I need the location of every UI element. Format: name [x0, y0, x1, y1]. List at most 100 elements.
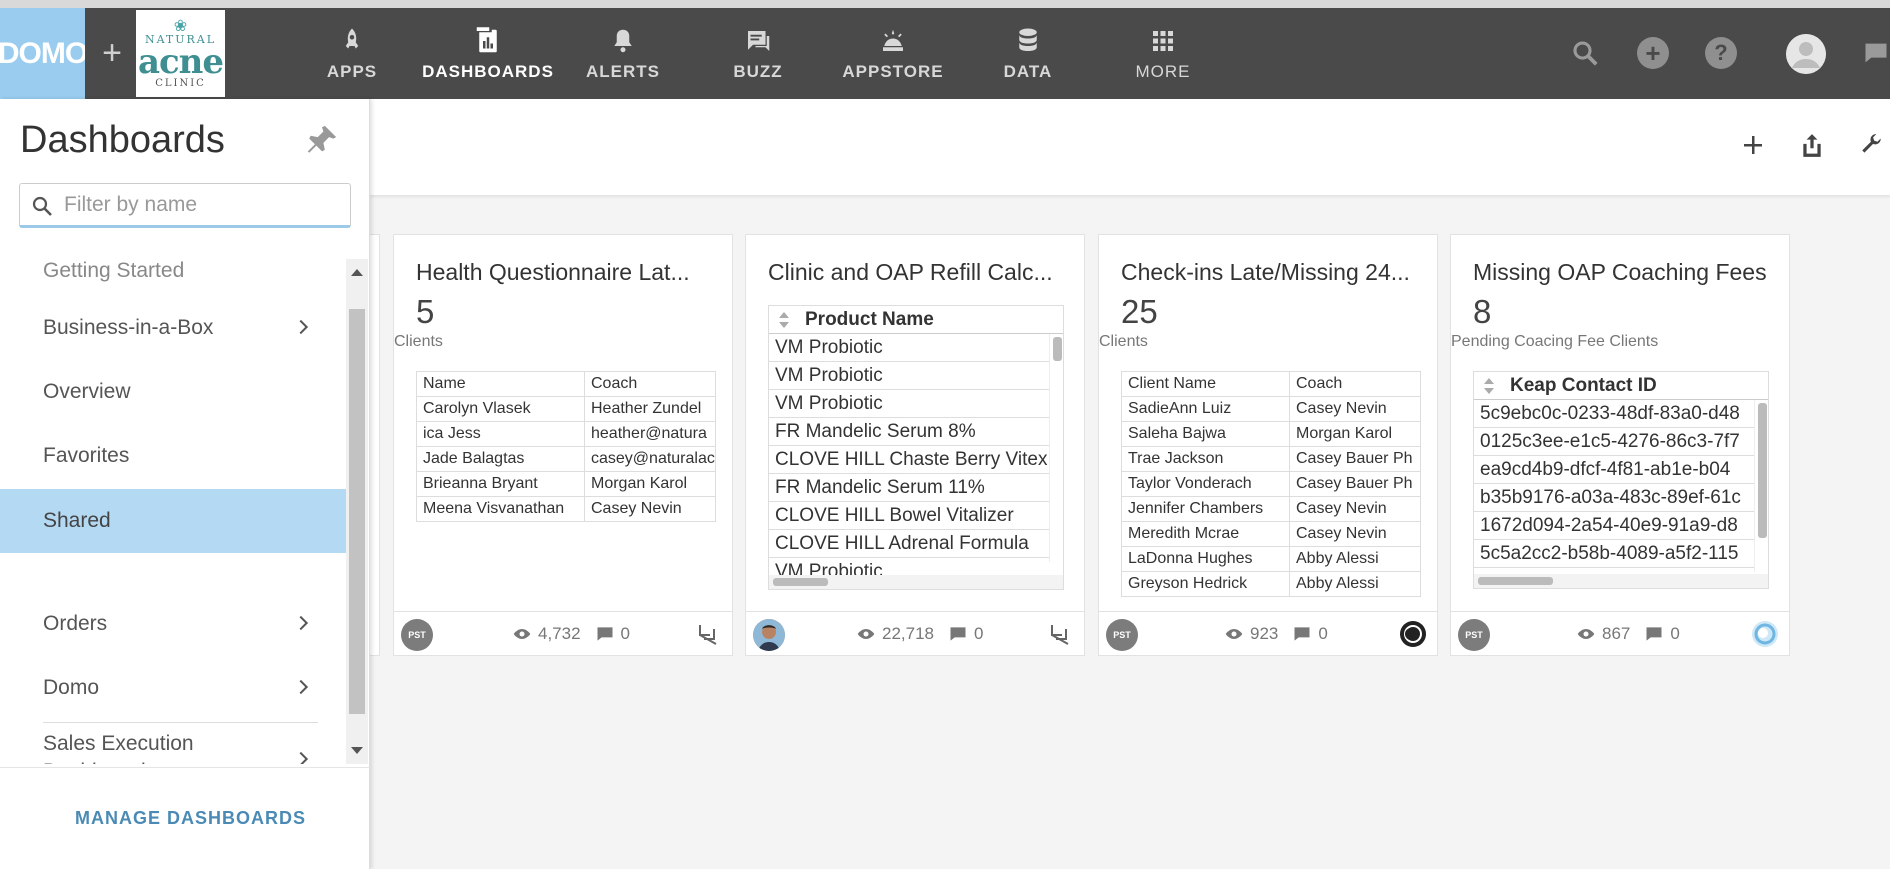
card-checkins-late[interactable]: Check-ins Late/Missing 24... 25 Clients …	[1098, 234, 1438, 656]
list-item: ea9cd4b9-dfcf-4f81-ab1e-b04	[1474, 456, 1754, 484]
nav-data[interactable]: DATA	[963, 8, 1093, 99]
app-logo-icon[interactable]	[1751, 620, 1779, 648]
table-row: Jennifer Chambers Casey Nevin	[1121, 496, 1421, 522]
list-item: 0125c3ee-e1c5-4276-86c3-7f7	[1474, 428, 1754, 456]
card-clinic-refill[interactable]: Clinic and OAP Refill Calc... Product Na…	[745, 234, 1085, 656]
product-grid[interactable]: Product Name VM Probiotic VM Probiotic V…	[768, 305, 1064, 590]
nav-apps[interactable]: APPS	[287, 8, 417, 99]
column-header[interactable]: Keap Contact ID	[1474, 372, 1768, 400]
card-health-questionnaire[interactable]: Health Questionnaire Lat... 5 Clients Na…	[393, 234, 733, 656]
plus-icon	[1744, 136, 1762, 154]
share-button[interactable]	[1794, 127, 1830, 163]
card-footer: PST 4,732 0	[394, 611, 732, 656]
domo-logo-text: DOMO	[0, 36, 85, 70]
nav-alerts-label: ALERTS	[586, 61, 660, 81]
manage-dashboards-link[interactable]: MANAGE DASHBOARDS	[75, 808, 306, 829]
scroll-thumb[interactable]	[1053, 337, 1062, 361]
nav-alerts[interactable]: ALERTS	[558, 8, 688, 99]
profile-button[interactable]	[1786, 34, 1826, 74]
table-row: Name Coach	[416, 371, 716, 397]
table-cell: SadieAnn Luiz	[1121, 396, 1290, 422]
nav-dashboards[interactable]: DASHBOARDS	[422, 8, 553, 99]
nav-appstore[interactable]: APPSTORE	[828, 8, 958, 99]
rocket-icon	[345, 28, 359, 48]
pin-icon[interactable]	[305, 123, 339, 157]
card-table: Client Name Coach SadieAnn Luiz Casey Nevi…	[1121, 371, 1421, 597]
sidebar-scrollbar[interactable]	[346, 259, 368, 764]
sidebar-item-overview[interactable]: Overview	[0, 360, 346, 424]
sidebar-item-sales-execution[interactable]: Sales Execution Dashboards	[0, 724, 346, 764]
scroll-up-arrow[interactable]	[351, 269, 363, 276]
table-cell: Jennifer Chambers	[1121, 496, 1290, 522]
sidebar-item-domo[interactable]: Domo	[0, 656, 346, 720]
vertical-scrollbar[interactable]	[1754, 400, 1768, 572]
card-stats: 4,732 0	[512, 624, 630, 644]
brand-line2: acne	[137, 41, 224, 82]
grid-icon	[1153, 30, 1173, 51]
nav-buzz-label: BUZZ	[733, 61, 783, 81]
list-item: 5c9ebc0c-0233-48df-83a0-d48	[1474, 400, 1754, 428]
settings-button[interactable]	[1854, 127, 1890, 163]
search-button[interactable]	[1568, 36, 1602, 70]
owner-avatar[interactable]: PST	[401, 619, 433, 651]
sort-icon	[779, 312, 789, 328]
scroll-thumb[interactable]	[1758, 403, 1767, 538]
card-missing-oap-fees[interactable]: Missing OAP Coaching Fees 8 Pending Coac…	[1450, 234, 1790, 656]
table-cell: Casey Nevin	[1289, 396, 1421, 422]
column-header-label: Keap Contact ID	[1510, 375, 1657, 396]
scroll-down-arrow[interactable]	[351, 747, 363, 754]
sidebar-item-shared[interactable]: Shared	[0, 489, 346, 553]
table-cell: Casey Nevin	[584, 496, 716, 522]
create-button[interactable]: +	[1636, 36, 1670, 70]
scroll-thumb[interactable]	[1478, 577, 1553, 585]
nav-buzz[interactable]: BUZZ	[693, 8, 823, 99]
vertical-scrollbar[interactable]	[1049, 334, 1063, 562]
owner-avatar[interactable]: PST	[1106, 619, 1138, 651]
list-item: FR Mandelic Serum 11%	[769, 474, 1049, 502]
app-logo-icon[interactable]	[1399, 620, 1427, 648]
add-button[interactable]: +	[92, 8, 132, 99]
table-cell: Name	[416, 371, 585, 397]
card-footer: PST 867 0	[1451, 611, 1789, 656]
table-row: ica Jess heather@natura	[416, 421, 716, 447]
sidebar-item-favorites[interactable]: Favorites	[0, 424, 346, 488]
list-item: b35b9176-a03a-483c-89ef-61c	[1474, 484, 1754, 512]
card-stats: 867 0	[1576, 624, 1680, 644]
table-cell: Morgan Karol	[584, 471, 716, 497]
table-row: Carolyn Vlasek Heather Zundel	[416, 396, 716, 422]
scroll-thumb[interactable]	[773, 578, 828, 586]
table-row: Jade Balagtas casey@naturalac	[416, 446, 716, 472]
plus-circle-icon: +	[1637, 37, 1669, 69]
domo-logo[interactable]: DOMO	[0, 8, 85, 99]
horizontal-scrollbar[interactable]	[769, 575, 1063, 589]
expand-icon[interactable]	[694, 620, 722, 648]
scroll-thumb[interactable]	[349, 309, 365, 714]
add-card-button[interactable]	[1735, 127, 1771, 163]
sidebar-item-business-in-a-box[interactable]: Business-in-a-Box	[0, 296, 346, 360]
contact-grid[interactable]: Keap Contact ID 5c9ebc0c-0233-48df-83a0-…	[1473, 371, 1769, 589]
nav-more[interactable]: MORE	[1098, 8, 1228, 99]
card-subtitle: Clients	[394, 333, 443, 350]
filter-input[interactable]	[64, 190, 334, 220]
sidebar-divider	[43, 722, 318, 723]
help-button[interactable]: ?	[1704, 36, 1738, 70]
sidebar-item-label: Domo	[43, 676, 100, 699]
filter-field[interactable]	[19, 183, 351, 228]
table-cell: Saleha Bajwa	[1121, 421, 1290, 447]
column-header-label: Product Name	[805, 309, 934, 330]
brand-logo[interactable]: ❀ NATURAL acne CLINIC	[136, 10, 225, 97]
column-header[interactable]: Product Name	[769, 306, 1063, 334]
sidebar-item-label: Overview	[43, 380, 131, 403]
table-row: LaDonna Hughes Abby Alessi	[1121, 546, 1421, 572]
owner-avatar[interactable]: PST	[1458, 619, 1490, 651]
expand-icon[interactable]	[1046, 620, 1074, 648]
sidebar-item-orders[interactable]: Orders	[0, 592, 346, 656]
owner-photo[interactable]	[753, 619, 785, 651]
list-item: 5c5a2cc2-b58b-4089-a5f2-115	[1474, 540, 1754, 568]
table-cell: heather@natura	[584, 421, 716, 447]
messages-button[interactable]	[1862, 36, 1890, 70]
database-icon	[1019, 28, 1037, 51]
chat-icon	[746, 30, 770, 51]
horizontal-scrollbar[interactable]	[1474, 574, 1768, 588]
views-count: 22,718	[882, 624, 934, 643]
